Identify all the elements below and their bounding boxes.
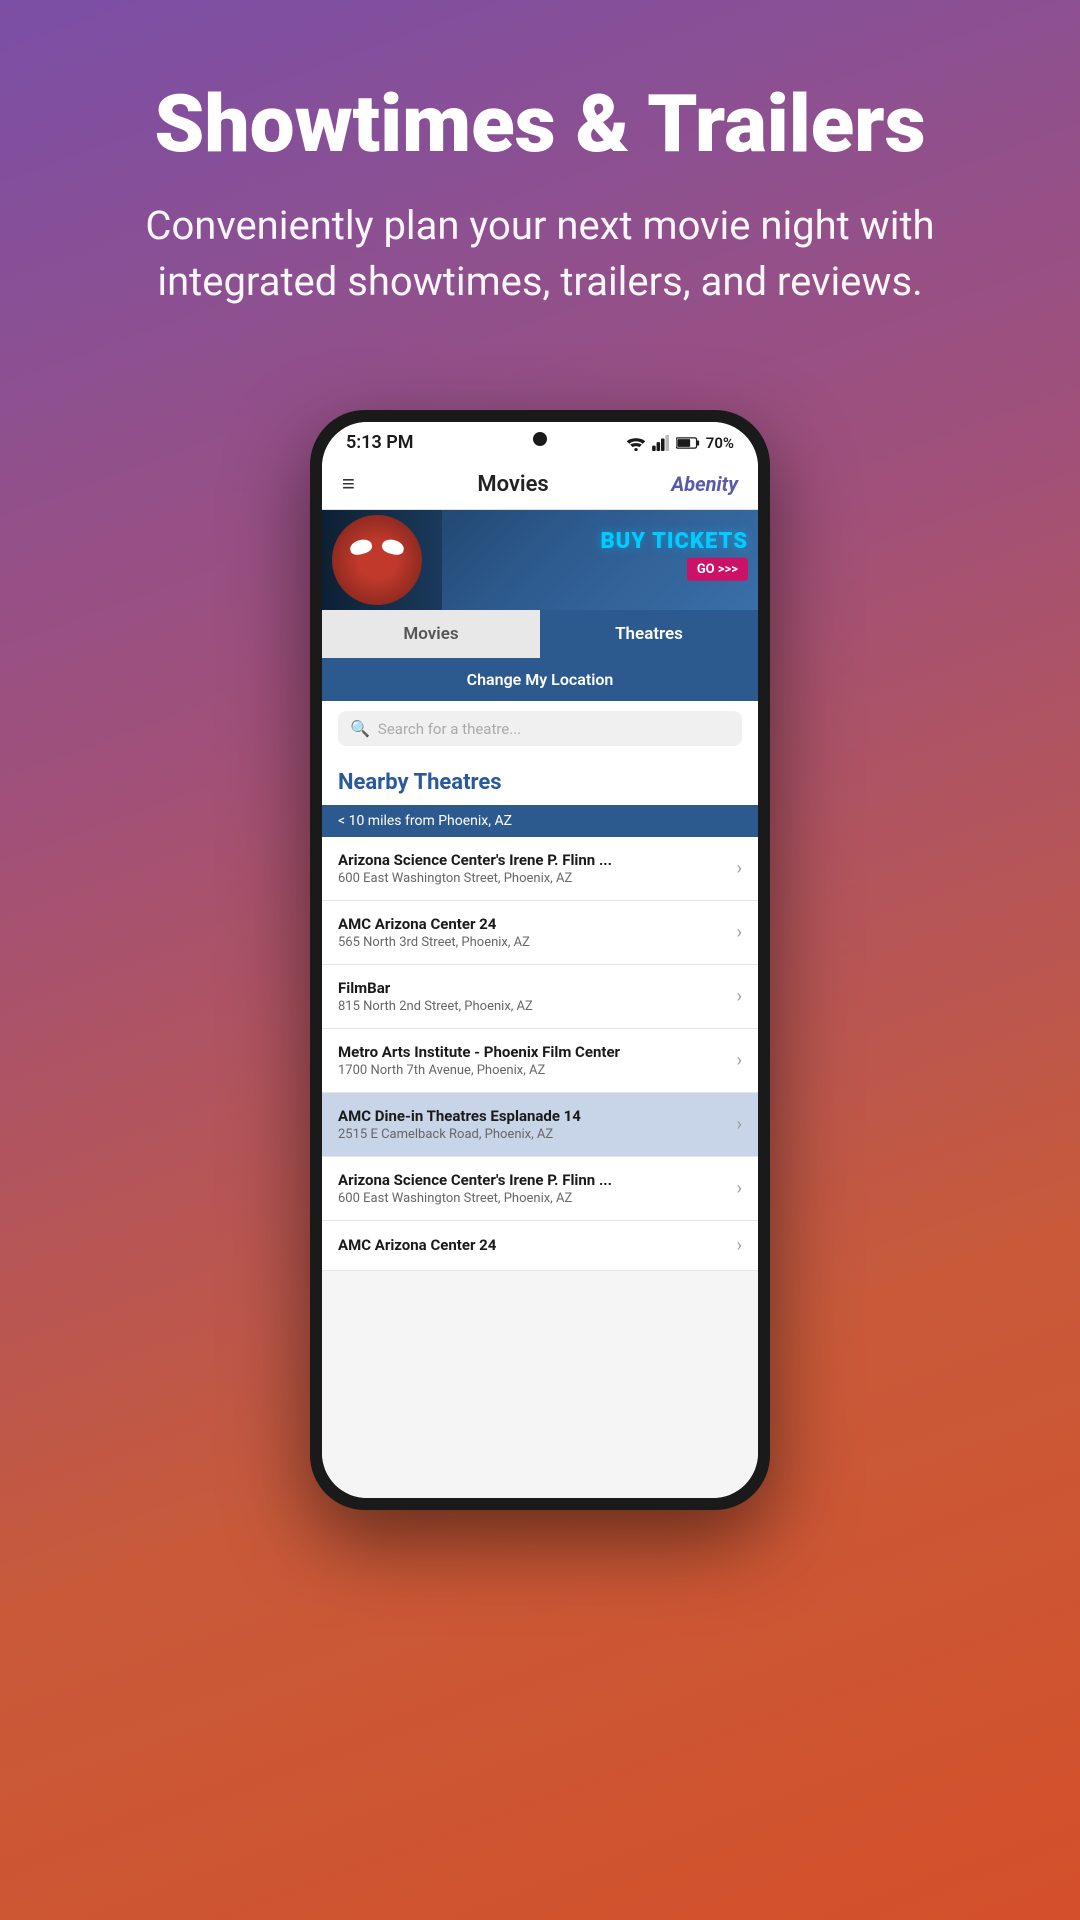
distance-header: < 10 miles from Phoenix, AZ [322,805,758,837]
theatre-list-item[interactable]: Arizona Science Center's Irene P. Flinn … [322,837,758,901]
app-logo: Abenity [671,472,738,496]
theatre-list-item[interactable]: FilmBar 815 North 2nd Street, Phoenix, A… [322,965,758,1029]
phone-frame: 5:13 PM [310,410,770,1510]
theatre-address: 600 East Washington Street, Phoenix, AZ [338,1191,727,1206]
theatre-name: AMC Dine-in Theatres Esplanade 14 [338,1107,727,1125]
tab-theatres[interactable]: Theatres [540,610,758,658]
signal-icon [652,435,670,451]
theatre-address: 815 North 2nd Street, Phoenix, AZ [338,999,727,1014]
theatre-list-item[interactable]: Metro Arts Institute - Phoenix Film Cent… [322,1029,758,1093]
page: Showtimes & Trailers Conveniently plan y… [0,0,1080,1510]
theatre-list: Arizona Science Center's Irene P. Flinn … [322,837,758,1271]
spiderman-face [332,515,422,605]
theatres-content: Nearby Theatres < 10 miles from Phoenix,… [322,756,758,1498]
theatre-info: Arizona Science Center's Irene P. Flinn … [338,1171,727,1206]
theatre-info: FilmBar 815 North 2nd Street, Phoenix, A… [338,979,727,1014]
wifi-icon [626,435,646,451]
chevron-right-icon: › [737,986,742,1007]
page-title: Showtimes & Trailers [60,80,1020,168]
location-bar[interactable]: Change My Location [322,658,758,701]
eye-left [349,537,374,556]
theatre-name: Arizona Science Center's Irene P. Flinn … [338,1171,727,1189]
page-header: Showtimes & Trailers Conveniently plan y… [0,0,1080,350]
theatre-list-item[interactable]: Arizona Science Center's Irene P. Flinn … [322,1157,758,1221]
phone-container: 5:13 PM [0,410,1080,1510]
theatre-info: AMC Arizona Center 24 [338,1236,727,1256]
theatre-name: Arizona Science Center's Irene P. Flinn … [338,851,727,869]
hamburger-icon[interactable]: ≡ [342,471,355,497]
chevron-right-icon: › [737,858,742,879]
theatre-address: 1700 North 7th Avenue, Phoenix, AZ [338,1063,727,1078]
chevron-right-icon: › [737,1178,742,1199]
theatre-name: Metro Arts Institute - Phoenix Film Cent… [338,1043,727,1061]
eye-right [381,537,406,556]
buy-tickets-label: BUY TICKETS [600,529,748,554]
page-subtitle: Conveniently plan your next movie night … [60,198,1020,310]
change-location-label: Change My Location [467,670,614,689]
chevron-right-icon: › [737,922,742,943]
search-bar: 🔍 Search for a theatre... [322,701,758,756]
spiderman-eyes [350,540,404,554]
chevron-right-icon: › [737,1050,742,1071]
theatre-address: 565 North 3rd Street, Phoenix, AZ [338,935,727,950]
tab-movies[interactable]: Movies [322,610,540,658]
theatre-info: AMC Dine-in Theatres Esplanade 14 2515 E… [338,1107,727,1142]
tab-bar: Movies Theatres [322,610,758,658]
nearby-theatres-title: Nearby Theatres [322,756,758,805]
theatre-list-item[interactable]: AMC Arizona Center 24 565 North 3rd Stre… [322,901,758,965]
banner[interactable]: BUY TICKETS GO >>> [322,510,758,610]
theatre-info: Arizona Science Center's Irene P. Flinn … [338,851,727,886]
phone-screen: 5:13 PM [322,422,758,1498]
status-time: 5:13 PM [346,432,414,453]
theatre-list-item[interactable]: AMC Arizona Center 24 › [322,1221,758,1271]
battery-icon [676,436,700,450]
theatre-address: 600 East Washington Street, Phoenix, AZ [338,871,727,886]
chevron-right-icon: › [737,1235,742,1256]
theatre-info: AMC Arizona Center 24 565 North 3rd Stre… [338,915,727,950]
theatre-name: AMC Arizona Center 24 [338,915,727,933]
search-icon: 🔍 [350,719,370,738]
theatre-name: AMC Arizona Center 24 [338,1236,727,1254]
camera-dot [533,432,547,446]
theatre-address: 2515 E Camelback Road, Phoenix, AZ [338,1127,727,1142]
theatre-name: FilmBar [338,979,727,997]
app-header: ≡ Movies Abenity [322,459,758,510]
banner-text: BUY TICKETS GO >>> [600,529,748,581]
battery-percent: 70% [706,434,734,452]
search-placeholder: Search for a theatre... [378,720,521,738]
chevron-right-icon: › [737,1114,742,1135]
app-header-title: Movies [477,472,548,497]
status-icons: 70% [626,434,734,452]
theatre-list-item[interactable]: AMC Dine-in Theatres Esplanade 14 2515 E… [322,1093,758,1157]
banner-image [322,510,442,610]
theatre-info: Metro Arts Institute - Phoenix Film Cent… [338,1043,727,1078]
search-input-wrap[interactable]: 🔍 Search for a theatre... [338,711,742,746]
go-button[interactable]: GO >>> [687,558,748,581]
